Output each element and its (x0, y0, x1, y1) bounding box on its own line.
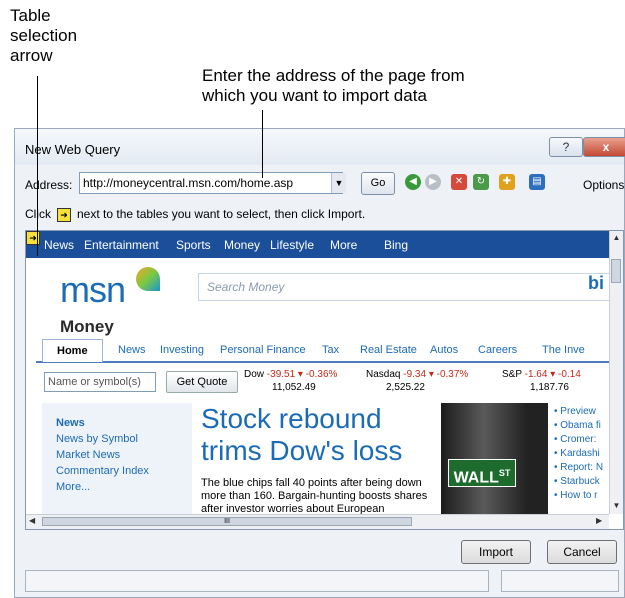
nav-item[interactable]: Bing (384, 238, 408, 252)
address-label: Address: (25, 178, 73, 192)
scroll-down-icon[interactable]: ▼ (610, 501, 623, 510)
left-nav-link[interactable]: More... (56, 481, 90, 493)
hint-suffix: next to the tables you want to select, t… (77, 207, 366, 221)
headline-list: • Preview • Obama fi • Cromer: • Kardash… (554, 405, 603, 503)
list-item[interactable]: • Obama fi (554, 419, 603, 433)
bing-logo: bi (588, 273, 604, 293)
list-item[interactable]: • Kardashi (554, 447, 603, 461)
ticker-name: S&P (502, 369, 522, 380)
sign-text: WALL (453, 469, 499, 487)
sign-sup: ST (498, 468, 511, 478)
ticker-dow: Dow -39.51 ▾ -0.36% 11,052.49 (244, 368, 337, 394)
scroll-up-icon[interactable]: ▲ (610, 233, 623, 242)
title-bar: New Web Query ? x (15, 129, 625, 165)
dialog-title: New Web Query (25, 142, 121, 157)
close-button[interactable]: x (583, 137, 625, 157)
callout-line: Table (10, 6, 51, 25)
nav-item[interactable]: More (330, 238, 357, 252)
article-blurb: The blue chips fall 40 points after bein… (201, 477, 428, 515)
tab-tax[interactable]: Tax (322, 344, 339, 356)
ticker-name: Nasdaq (366, 369, 401, 380)
nav-item[interactable]: Entertainment (84, 238, 159, 252)
callout-line: selection (10, 26, 78, 45)
nav-item[interactable]: Sports (176, 238, 211, 252)
msn-nav-bar: ➜ News Entertainment Sports Money Lifest… (26, 231, 609, 258)
table-arrow-leader-line (37, 76, 38, 256)
options-button[interactable]: Options... (583, 178, 625, 192)
new-web-query-dialog: New Web Query ? x Address: http://moneyc… (14, 128, 625, 598)
left-nav: News News by Symbol Market News Commenta… (42, 403, 192, 528)
list-item[interactable]: • Preview (554, 405, 603, 419)
table-arrow-icon: ➜ (57, 207, 71, 222)
list-item[interactable]: • Starbuck (554, 475, 603, 489)
get-quote-button[interactable]: Get Quote (166, 371, 238, 393)
msn-logo: msn (60, 269, 126, 310)
status-bar-right (501, 570, 619, 592)
list-item[interactable]: • How to r (554, 489, 603, 503)
web-page-preview: ➜ News Entertainment Sports Money Lifest… (25, 230, 624, 530)
tab-personal-finance[interactable]: Personal Finance (220, 344, 306, 356)
tab-the-inve[interactable]: The Inve (542, 344, 585, 356)
address-leader-line (262, 110, 263, 178)
back-icon[interactable]: ◀ (405, 174, 421, 190)
nav-item[interactable]: News (44, 238, 74, 252)
stop-icon[interactable]: ✕ (451, 174, 467, 190)
tab-home[interactable]: Home (42, 339, 103, 362)
headline[interactable]: Stock rebound trims Dow's loss (201, 403, 441, 467)
list-item[interactable]: • Cromer: (554, 433, 603, 447)
ticker-value: 2,525.22 (386, 382, 425, 393)
scroll-right-icon[interactable]: ▶ (596, 516, 602, 525)
tab-news[interactable]: News (118, 344, 146, 356)
go-button[interactable]: Go (361, 172, 395, 195)
callout-line: which you want to import data (202, 86, 427, 105)
tab-investing[interactable]: Investing (160, 344, 204, 356)
hide-icons-icon[interactable]: ✚ (499, 174, 515, 190)
left-nav-link[interactable]: Commentary Index (56, 465, 149, 477)
tab-real-estate[interactable]: Real Estate (360, 344, 417, 356)
scroll-left-icon[interactable]: ◀ (29, 516, 35, 525)
left-nav-heading[interactable]: News (56, 417, 85, 429)
ticker-value: 1,187.76 (530, 382, 569, 393)
nav-item[interactable]: Lifestyle (270, 238, 314, 252)
nav-item[interactable]: Money (224, 238, 260, 252)
status-bar-left (25, 570, 489, 592)
search-input[interactable]: Search Money (198, 273, 610, 301)
ticker-sp: S&P -1.64 ▾ -0.14 1,187.76 (502, 368, 581, 394)
tab-autos[interactable]: Autos (430, 344, 458, 356)
hint-prefix: Click (25, 207, 51, 221)
ticker-name: Dow (244, 369, 265, 380)
chevron-down-icon: ▼ (334, 178, 344, 188)
left-nav-link[interactable]: Market News (56, 449, 120, 461)
callout-line: arrow (10, 46, 53, 65)
cancel-button[interactable]: Cancel (547, 540, 617, 564)
help-button[interactable]: ? (549, 137, 583, 157)
ticker-value: 11,052.49 (272, 382, 316, 393)
instruction-text: Click ➜ next to the tables you want to sel… (25, 207, 365, 222)
msn-butterfly-icon (136, 267, 160, 291)
left-nav-link[interactable]: News by Symbol (56, 433, 138, 445)
forward-icon[interactable]: ▶ (425, 174, 441, 190)
ticker-change: -39.51 ▾ -0.36% (266, 369, 338, 380)
ticker-change: -9.34 ▾ -0.37% (403, 369, 469, 380)
section-title: Money (60, 317, 114, 336)
vertical-scrollbar[interactable]: ▲ ▼ (609, 231, 623, 514)
vertical-scroll-thumb[interactable] (611, 259, 621, 283)
ticker-change: -1.64 ▾ -0.14 (524, 369, 581, 380)
table-selection-arrow-callout: Table selection arrow (10, 6, 77, 66)
address-input[interactable]: http://moneycentral.msn.com/home.asp (79, 172, 343, 194)
money-tabs: Home News Investing Personal Finance Tax… (36, 339, 611, 363)
list-item[interactable]: • Report: N (554, 461, 603, 475)
ticker-nasdaq: Nasdaq -9.34 ▾ -0.37% 2,525.22 (366, 368, 468, 394)
horizontal-scroll-thumb[interactable]: III (42, 517, 412, 526)
refresh-icon[interactable]: ↻ (473, 174, 489, 190)
address-callout: Enter the address of the page from which… (202, 66, 465, 106)
import-button[interactable]: Import (461, 540, 531, 564)
horizontal-scrollbar[interactable]: ◀ III ▶ (26, 514, 609, 529)
wall-street-sign: WALLST (448, 459, 516, 487)
save-query-icon[interactable]: ▤ (529, 174, 545, 190)
symbol-input[interactable]: Name or symbol(s) (44, 372, 156, 392)
tab-careers[interactable]: Careers (478, 344, 517, 356)
callout-line: Enter the address of the page from (202, 66, 465, 85)
address-dropdown-button[interactable]: ▼ (331, 173, 346, 193)
